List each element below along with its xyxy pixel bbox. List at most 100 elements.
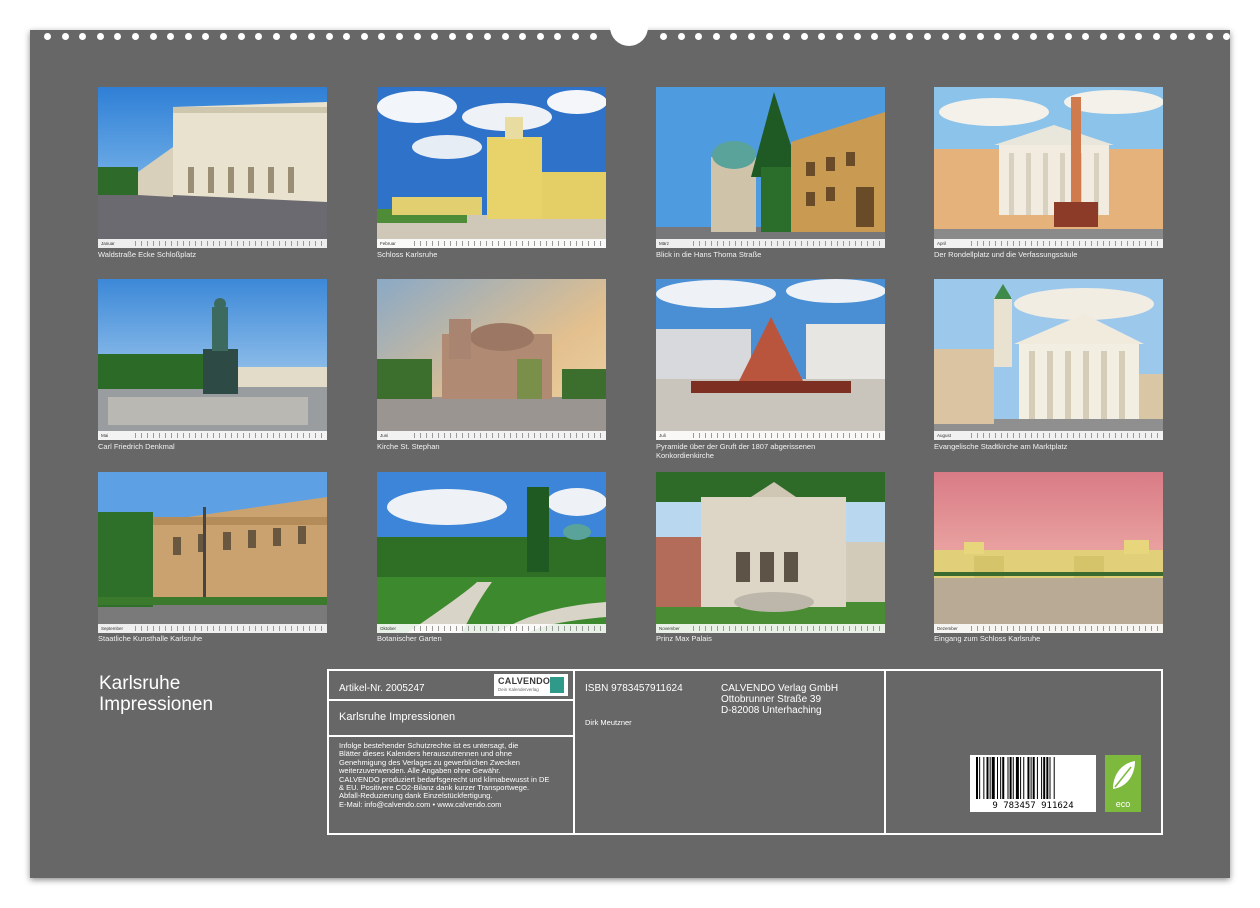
photo-tile-8[interactable]: August	[934, 279, 1163, 440]
photo-tile-1[interactable]: Januar	[98, 87, 327, 248]
day-ticks	[693, 433, 882, 438]
binding-hole	[801, 33, 808, 40]
binding-hole	[766, 33, 773, 40]
month-label: März	[656, 241, 693, 246]
binding-hole	[79, 33, 86, 40]
binding-hole	[660, 33, 667, 40]
publisher-line: Ottobrunner Straße 39	[721, 694, 838, 705]
photo-tile-3[interactable]: März	[656, 87, 885, 248]
photo-caption-11: Prinz Max Palais	[656, 635, 896, 644]
photo-caption-7: Pyramide über der Gruft der 1807 abgeris…	[656, 443, 856, 460]
barcode-bar	[1033, 757, 1035, 799]
binding-hole	[1082, 33, 1089, 40]
photo-tile-4[interactable]: April	[934, 87, 1163, 248]
photo-tile-7[interactable]: Juli	[656, 279, 885, 440]
barcode-bar	[1002, 757, 1004, 799]
calendar-strip: Oktober	[377, 624, 606, 633]
photo-tile-11[interactable]: November	[656, 472, 885, 633]
logo-text: CALVENDO	[498, 676, 550, 686]
binding-hole	[1153, 33, 1160, 40]
barcode-bar	[976, 757, 978, 799]
legal-line: E-Mail: info@calvendo.com • www.calvendo…	[339, 801, 549, 809]
barcode-bar	[1054, 757, 1055, 799]
binding-hole	[502, 33, 509, 40]
photo-caption-3: Blick in die Hans Thoma Straße	[656, 251, 896, 260]
barcode-bar	[1010, 757, 1012, 799]
binding-hole	[748, 33, 755, 40]
barcode-bar	[983, 757, 984, 799]
barcode-bar	[990, 757, 991, 799]
photo-kunsthalle	[98, 472, 327, 633]
binding-hole	[554, 33, 561, 40]
calendar-strip: November	[656, 624, 885, 633]
isbn: ISBN 9783457911624	[585, 683, 683, 694]
binding-hole	[431, 33, 438, 40]
binding-hole	[273, 33, 280, 40]
photo-tile-6[interactable]: Juni	[377, 279, 606, 440]
day-ticks	[971, 241, 1160, 246]
month-label: Dezember	[934, 626, 971, 631]
binding-hole	[994, 33, 1001, 40]
photo-tile-12[interactable]: Dezember	[934, 472, 1163, 633]
binding-hole	[343, 33, 350, 40]
barcode-bar	[1020, 757, 1021, 799]
photo-tile-5[interactable]: Mai	[98, 279, 327, 440]
article-number: Artikel-Nr. 2005247	[339, 683, 425, 694]
binding-hole	[220, 33, 227, 40]
barcode-bar	[1050, 757, 1051, 799]
day-ticks	[971, 433, 1160, 438]
photo-tile-9[interactable]: September	[98, 472, 327, 633]
binding-hole	[202, 33, 209, 40]
binding-hole	[1170, 33, 1177, 40]
photo-botanischer-garten	[377, 472, 606, 633]
binding-hole	[1030, 33, 1037, 40]
barcode-bar	[1000, 757, 1001, 799]
calvendo-logo: CALVENDO Dein Kalenderverlag	[494, 674, 568, 696]
month-label: September	[98, 626, 135, 631]
photo-caption-6: Kirche St. Stephan	[377, 443, 617, 452]
photo-hans-thoma	[656, 87, 885, 248]
publisher-address: CALVENDO Verlag GmbH Ottobrunner Straße …	[721, 683, 838, 716]
day-ticks	[135, 433, 324, 438]
calendar-strip: Juli	[656, 431, 885, 440]
photo-prinz-max-palais	[656, 472, 885, 633]
photo-caption-5: Carl Friedrich Denkmal	[98, 443, 338, 452]
photo-caption-8: Evangelische Stadtkirche am Marktplatz	[934, 443, 1174, 452]
photo-tile-10[interactable]: Oktober	[377, 472, 606, 633]
day-ticks	[693, 626, 882, 631]
binding-hole	[590, 33, 597, 40]
month-label: November	[656, 626, 693, 631]
photo-tile-2[interactable]: Februar	[377, 87, 606, 248]
binding-hole	[484, 33, 491, 40]
binding-hole	[871, 33, 878, 40]
leaf-icon	[1105, 755, 1141, 795]
barcode-bar	[997, 757, 998, 799]
photo-schloss	[377, 87, 606, 248]
day-ticks	[135, 241, 324, 246]
author: Dirk Meutzner	[585, 719, 632, 727]
binding-hole	[977, 33, 984, 40]
binding-hole	[1100, 33, 1107, 40]
binding-hole	[238, 33, 245, 40]
barcode-bar	[1023, 757, 1024, 799]
photo-pyramide	[656, 279, 885, 440]
binding-hole	[889, 33, 896, 40]
binding-hole	[959, 33, 966, 40]
photo-caption-4: Der Rondellplatz und die Verfassungssäul…	[934, 251, 1174, 260]
binding-hole	[361, 33, 368, 40]
binding-hole	[114, 33, 121, 40]
barcode-bar	[1008, 757, 1009, 799]
publisher-line: CALVENDO Verlag GmbH	[721, 683, 838, 694]
binding-hole	[326, 33, 333, 40]
calendar-strip: Juni	[377, 431, 606, 440]
binding-hole	[942, 33, 949, 40]
month-label: Oktober	[377, 626, 414, 631]
month-label: Juli	[656, 433, 693, 438]
binding-hole	[62, 33, 69, 40]
binding-hole	[1188, 33, 1195, 40]
binding-hole	[449, 33, 456, 40]
barcode-bar	[1013, 757, 1014, 799]
calendar-title: Karlsruhe Impressionen	[99, 673, 213, 715]
photo-waldstrasse	[98, 87, 327, 248]
calendar-strip: Dezember	[934, 624, 1163, 633]
